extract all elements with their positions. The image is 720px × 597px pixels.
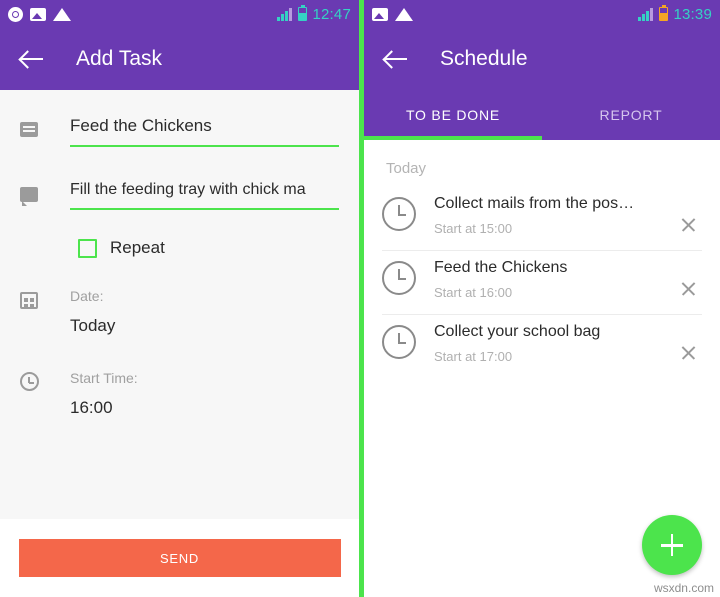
signal-icon (638, 7, 654, 21)
close-icon[interactable] (676, 276, 702, 302)
note-icon (20, 122, 38, 137)
left-status-bar: 12:47 (0, 0, 359, 28)
task-description-row: Fill the feeding tray with chick ma (0, 169, 359, 210)
clock-icon-wrap (20, 370, 48, 391)
task-title-input[interactable]: Feed the Chickens (70, 112, 339, 147)
repeat-checkbox[interactable] (78, 238, 97, 258)
left-status-left-icons (8, 6, 71, 22)
send-button[interactable]: SEND (18, 539, 341, 577)
date-body: Date: Today (70, 288, 115, 336)
right-status-left-icons (372, 7, 413, 21)
date-value[interactable]: Today (70, 316, 115, 336)
task-list-item[interactable]: Feed the Chickens Start at 16:00 (382, 251, 702, 315)
left-status-clock: 12:47 (312, 5, 351, 23)
task-title-row: Feed the Chickens (0, 104, 359, 147)
repeat-label: Repeat (110, 238, 165, 257)
start-time-body: Start Time: 16:00 (70, 370, 138, 418)
comment-icon-wrap (20, 177, 48, 206)
left-status-right-icons: 12:47 (277, 5, 351, 23)
wifi-icon (395, 7, 413, 21)
photo-icon (372, 7, 388, 21)
task-item-title: Collect mails from the pos… (434, 195, 635, 212)
comment-icon (20, 187, 38, 206)
battery-icon (659, 5, 669, 21)
right-app-bar: Schedule (364, 28, 720, 90)
date-label: Date: (70, 288, 104, 304)
close-icon[interactable] (676, 212, 702, 238)
calendar-icon-wrap (20, 288, 48, 309)
photo-icon (30, 7, 46, 21)
add-task-fab[interactable] (642, 515, 702, 575)
left-phone-screen: 12:47 Add Task Feed the Chickens Fill th… (0, 0, 359, 597)
tab-to-be-done[interactable]: TO BE DONE (364, 90, 542, 140)
task-item-subtitle: Start at 17:00 (434, 349, 513, 364)
add-task-form: Feed the Chickens Fill the feeding tray … (0, 90, 359, 519)
signal-icon (277, 7, 293, 21)
task-list: Collect mails from the pos… Start at 15:… (364, 187, 720, 378)
tab-report[interactable]: REPORT (542, 90, 720, 140)
repeat-row[interactable]: Repeat (0, 238, 359, 258)
task-item-title: Collect your school bag (434, 323, 601, 340)
section-label-today: Today (386, 160, 427, 177)
screenshot-root: 12:47 Add Task Feed the Chickens Fill th… (0, 0, 720, 597)
close-icon[interactable] (676, 340, 702, 366)
back-arrow-icon[interactable] (18, 44, 48, 74)
task-item-title: Feed the Chickens (434, 259, 568, 276)
task-description-input[interactable]: Fill the feeding tray with chick ma (70, 177, 339, 210)
send-bar: SEND (0, 519, 359, 597)
right-status-bar: 13:39 (364, 0, 720, 28)
task-item-text: Collect your school bag Start at 17:00 (434, 323, 676, 364)
task-list-item[interactable]: Collect your school bag Start at 17:00 (382, 315, 702, 378)
task-item-text: Feed the Chickens Start at 16:00 (434, 259, 676, 300)
note-icon-wrap (20, 112, 48, 137)
battery-icon (298, 5, 308, 21)
wifi-icon (53, 7, 71, 21)
right-page-title: Schedule (440, 47, 528, 70)
start-time-label: Start Time: (70, 370, 138, 386)
clock-icon (382, 197, 416, 231)
left-app-bar: Add Task (0, 28, 359, 90)
task-item-subtitle: Start at 15:00 (434, 221, 513, 236)
tab-indicator (364, 136, 542, 140)
clock-icon (382, 325, 416, 359)
right-phone-screen: 13:39 Schedule TO BE DONE REPORT Today C… (364, 0, 720, 597)
task-item-subtitle: Start at 16:00 (434, 285, 513, 300)
right-status-right-icons: 13:39 (638, 5, 712, 23)
whatsapp-icon (8, 6, 23, 22)
right-status-clock: 13:39 (673, 5, 712, 23)
task-list-item[interactable]: Collect mails from the pos… Start at 15:… (382, 187, 702, 251)
task-item-text: Collect mails from the pos… Start at 15:… (434, 195, 676, 236)
schedule-tabs: TO BE DONE REPORT (364, 90, 720, 140)
date-row[interactable]: Date: Today (0, 288, 359, 336)
back-arrow-icon[interactable] (382, 44, 412, 74)
calendar-icon (20, 292, 38, 309)
watermark: wsxdn.com (653, 581, 714, 595)
clock-icon (20, 372, 39, 391)
start-time-row[interactable]: Start Time: 16:00 (0, 370, 359, 418)
left-page-title: Add Task (76, 47, 162, 70)
start-time-value[interactable]: 16:00 (70, 398, 138, 418)
clock-icon (382, 261, 416, 295)
